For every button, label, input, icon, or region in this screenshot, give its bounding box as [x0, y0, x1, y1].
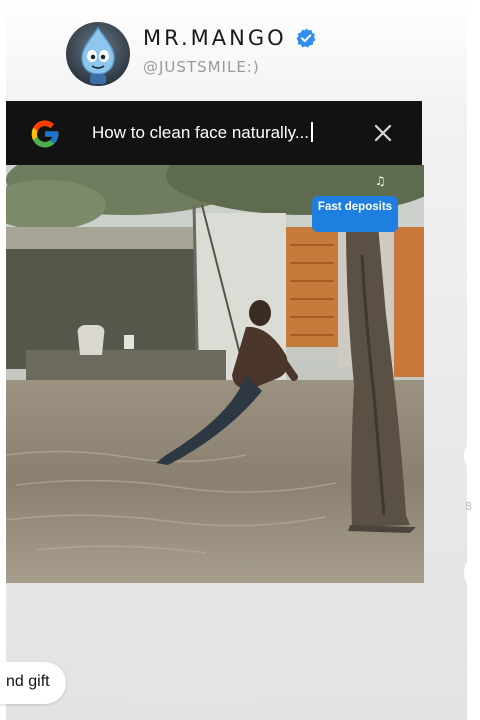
- side-count: 8: [465, 500, 472, 513]
- fast-deposits-badge[interactable]: Fast deposits: [312, 196, 398, 232]
- close-icon[interactable]: [372, 122, 394, 144]
- verified-badge-icon: [296, 28, 316, 48]
- search-bar[interactable]: How to clean face naturally...: [6, 101, 422, 165]
- text-caret: [311, 122, 314, 142]
- water-drop-character-icon: [81, 26, 115, 84]
- user-handle[interactable]: @JUSTSMILE:): [143, 58, 260, 76]
- music-note-icon: ♫: [375, 174, 386, 188]
- side-action-strip: [467, 0, 480, 720]
- search-query-text: How to clean face naturally...: [92, 123, 310, 142]
- avatar[interactable]: [66, 22, 130, 86]
- search-query[interactable]: How to clean face naturally...: [92, 122, 314, 143]
- google-g-icon: [31, 120, 59, 148]
- username-row: MR.MANGO: [143, 26, 317, 50]
- share-arrow-icon[interactable]: [466, 664, 480, 676]
- gift-chip-label: nd gift: [6, 673, 50, 690]
- username[interactable]: MR.MANGO: [143, 26, 287, 50]
